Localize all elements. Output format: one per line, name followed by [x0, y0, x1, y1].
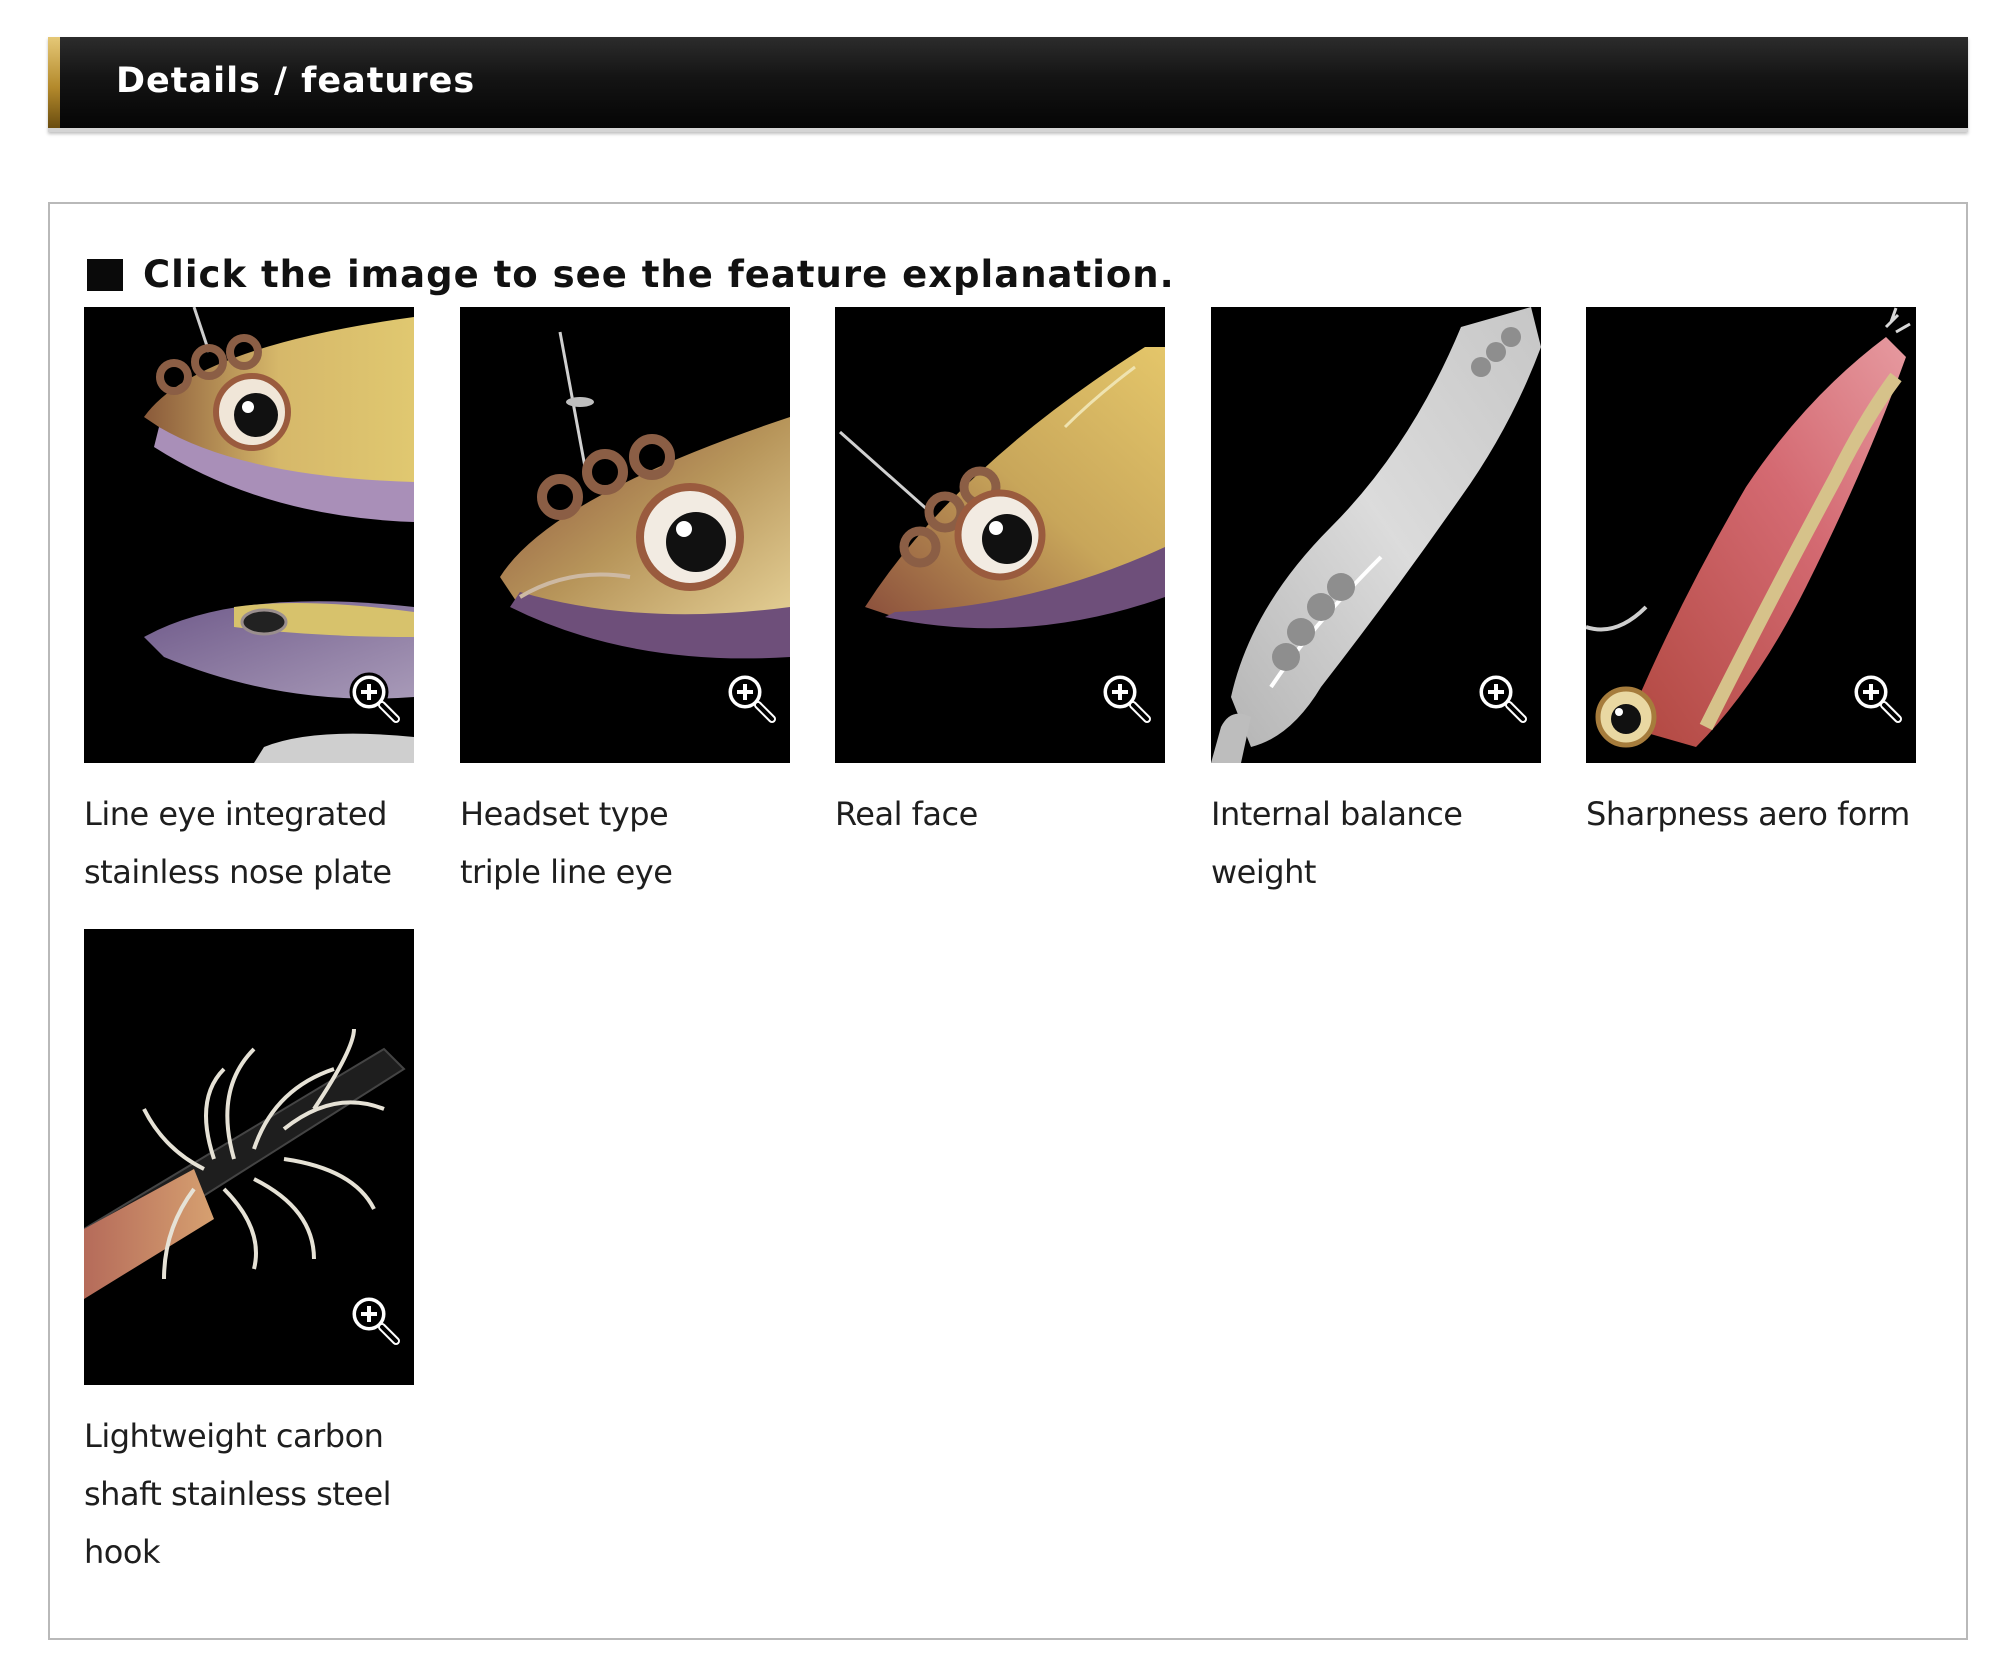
feature-image-carbon-shaft-hook[interactable] [84, 929, 414, 1385]
feature-item-balance-weight[interactable]: Internal balance weight [1211, 307, 1541, 901]
feature-image-balance-weight[interactable] [1211, 307, 1541, 763]
feature-item-aero-form[interactable]: Sharpness aero form [1586, 307, 1916, 843]
zoom-in-icon[interactable] [1473, 669, 1529, 725]
zoom-in-icon[interactable] [1097, 669, 1153, 725]
feature-image-triple-line-eye[interactable] [460, 307, 790, 763]
black-square-icon [87, 258, 123, 291]
feature-item-real-face[interactable]: Real face [835, 307, 1165, 843]
instruction-text: Click the image to see the feature expla… [87, 253, 1175, 296]
feature-image-aero-form[interactable] [1586, 307, 1916, 763]
feature-item-triple-line-eye[interactable]: Headset type triple line eye [460, 307, 790, 901]
feature-caption[interactable]: Real face [835, 785, 1165, 843]
feature-caption[interactable]: Lightweight carbon shaft stainless steel h… [84, 1407, 414, 1581]
feature-caption[interactable]: Line eye integrated stainless nose plate [84, 785, 414, 901]
feature-caption[interactable]: Headset type triple line eye [460, 785, 790, 901]
section-title: Details / features [116, 61, 476, 101]
zoom-in-icon[interactable] [1848, 669, 1904, 725]
zoom-in-icon[interactable] [346, 669, 402, 725]
zoom-in-icon[interactable] [722, 669, 778, 725]
feature-item-nose-plate[interactable]: Line eye integrated stainless nose plate [84, 307, 414, 901]
feature-image-real-face[interactable] [835, 307, 1165, 763]
feature-caption[interactable]: Sharpness aero form [1586, 785, 1916, 843]
instruction-label: Click the image to see the feature expla… [143, 253, 1175, 296]
feature-caption[interactable]: Internal balance weight [1211, 785, 1541, 901]
zoom-in-icon[interactable] [346, 1291, 402, 1347]
features-panel: Click the image to see the feature expla… [48, 202, 1968, 1640]
section-header: Details / features [48, 37, 1968, 132]
header-accent-stripe [48, 37, 60, 128]
feature-image-nose-plate[interactable] [84, 307, 414, 763]
feature-item-carbon-shaft-hook[interactable]: Lightweight carbon shaft stainless steel h… [84, 929, 414, 1581]
